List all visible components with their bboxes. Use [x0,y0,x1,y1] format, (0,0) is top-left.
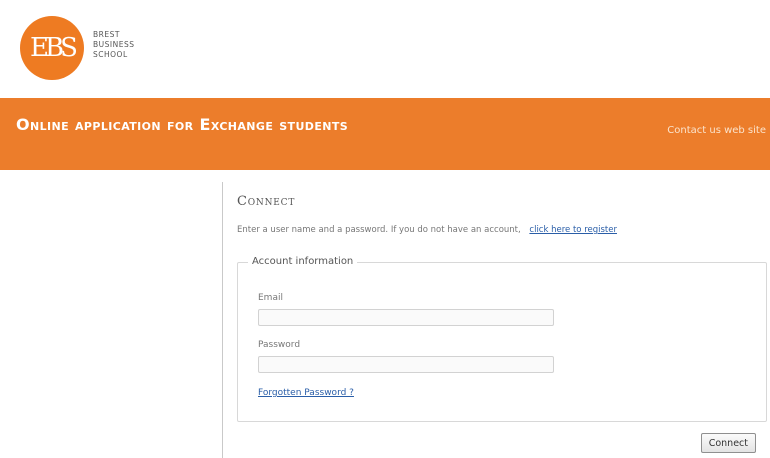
email-label: Email [258,293,283,303]
account-information-fieldset: Account information Email Password Forgo… [237,256,767,422]
connect-heading: Connect [237,194,296,209]
connect-intro: Enter a user name and a password. If you… [237,225,617,235]
connect-button[interactable]: Connect [700,433,756,453]
banner-contact-link[interactable]: Contact us web site [667,125,766,136]
banner-title: Online application for Exchange students [16,115,349,134]
school-logo-monogram[interactable]: EBS [20,16,84,80]
header-logo-area: EBS BREST BUSINESS SCHOOL [0,0,770,98]
logo-text-line-1: BREST [93,30,120,39]
register-link[interactable]: click here to register [529,225,617,235]
connect-intro-text: Enter a user name and a password. If you… [237,225,521,235]
forgotten-password-link[interactable]: Forgotten Password ? [258,388,354,398]
email-field[interactable] [258,309,554,326]
logo-text-line-2: BUSINESS [93,40,135,49]
password-field[interactable] [258,356,554,373]
connect-panel: Connect Enter a user name and a password… [222,182,770,458]
school-logo-text: BREST BUSINESS SCHOOL [93,30,134,60]
application-banner: Online application for Exchange students… [0,98,770,170]
password-label: Password [258,340,301,350]
account-information-legend: Account information [248,256,358,267]
logo-text-line-3: SCHOOL [93,50,128,59]
